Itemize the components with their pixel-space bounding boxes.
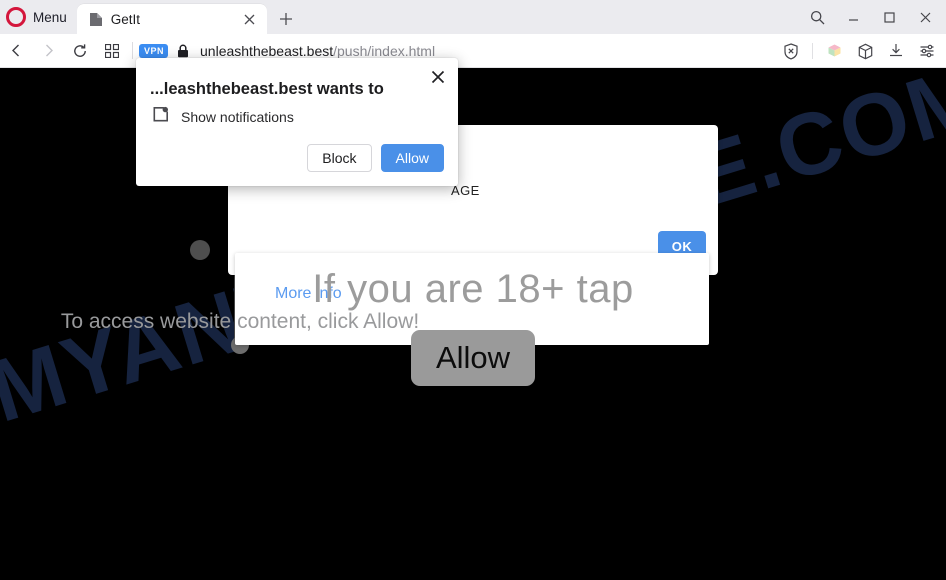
address-url[interactable]: unleashthebeast.best/push/index.html: [200, 43, 435, 59]
toolbar-divider: [132, 42, 133, 59]
minimize-icon[interactable]: [836, 3, 870, 31]
tab-strip: Menu GetIt: [0, 0, 946, 34]
opera-menu-button[interactable]: Menu: [0, 0, 77, 34]
url-host: unleashthebeast.best: [200, 42, 334, 59]
page-subtext: To access website content, click Allow!: [60, 310, 420, 333]
search-icon[interactable]: [800, 3, 834, 31]
notification-permission-dialog: ...leashthebeast.best wants to Show noti…: [136, 58, 458, 186]
decorative-handle-top: [190, 240, 210, 260]
toolbar-divider: [812, 43, 813, 59]
allow-button[interactable]: Allow: [380, 144, 444, 172]
close-icon[interactable]: [426, 65, 450, 89]
page-icon: [89, 12, 103, 27]
easy-setup-icon[interactable]: [914, 38, 940, 64]
extensions-cube-icon[interactable]: [821, 38, 847, 64]
page-headline: If you are 18+ tap: [312, 267, 634, 311]
ad-blocker-icon[interactable]: [778, 38, 804, 64]
workspaces-icon[interactable]: [852, 38, 878, 64]
browser-tab[interactable]: GetIt: [76, 4, 267, 34]
forward-button[interactable]: [32, 36, 64, 66]
notifications-icon: [152, 106, 169, 128]
permission-row: Show notifications: [152, 106, 294, 128]
tab-title: GetIt: [110, 11, 141, 27]
opera-menu-label: Menu: [33, 9, 67, 25]
new-tab-button[interactable]: [275, 8, 297, 30]
url-path: /push/index.html: [333, 42, 436, 59]
block-button[interactable]: Block: [307, 144, 372, 172]
reload-button[interactable]: [64, 36, 96, 66]
permission-label: Show notifications: [181, 109, 294, 125]
close-icon[interactable]: [239, 8, 261, 30]
browser-window: Menu GetIt VPN unleashthebeast.best/push…: [0, 0, 946, 580]
vpn-badge[interactable]: VPN: [139, 43, 169, 58]
downloads-icon[interactable]: [883, 38, 909, 64]
speed-dial-button[interactable]: [96, 36, 128, 66]
close-window-icon[interactable]: [908, 3, 942, 31]
permission-actions: Block Allow: [307, 144, 444, 172]
toolbar-icons: [778, 34, 940, 68]
window-controls: [800, 0, 942, 34]
permission-dialog-title: ...leashthebeast.best wants to: [150, 80, 384, 98]
lock-icon[interactable]: [177, 44, 189, 58]
opera-logo-icon: [6, 7, 26, 27]
page-allow-button[interactable]: Allow: [411, 330, 535, 386]
maximize-icon[interactable]: [872, 3, 906, 31]
back-button[interactable]: [0, 36, 32, 66]
